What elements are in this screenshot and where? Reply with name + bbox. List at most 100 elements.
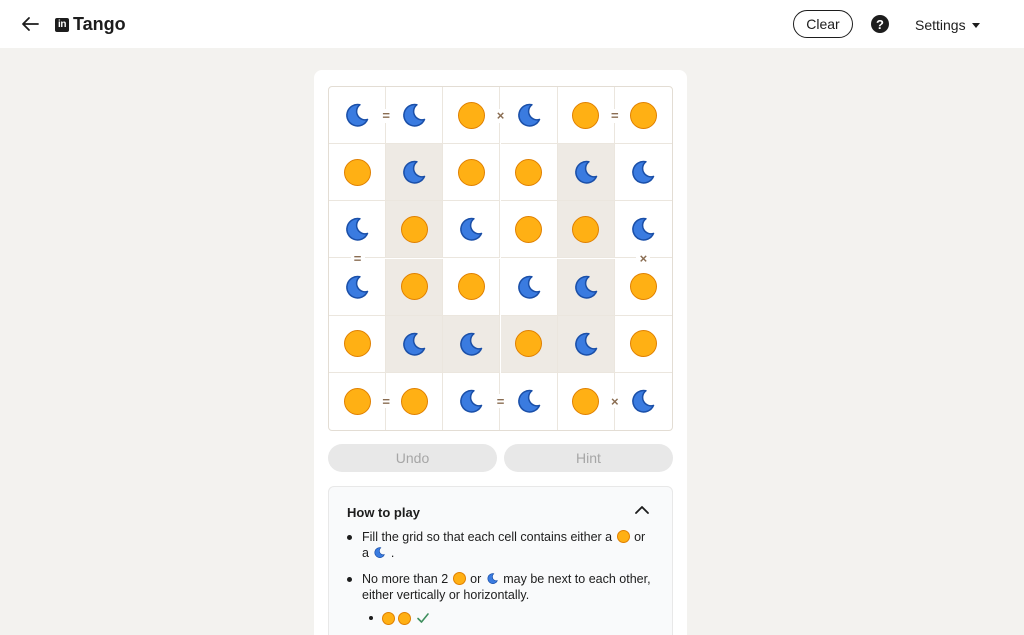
sun-icon (629, 101, 657, 129)
bullet (347, 577, 352, 582)
undo-button[interactable]: Undo (328, 444, 497, 472)
grid-cell-r3-c4[interactable] (557, 258, 615, 316)
grid-cell-r3-c0[interactable] (329, 258, 387, 316)
grid-cell-r5-c3[interactable] (501, 372, 558, 430)
grid-cell-r5-c2[interactable] (443, 372, 501, 430)
grid-cell-r2-c3[interactable] (500, 201, 558, 259)
sun-icon (515, 215, 543, 243)
sun-icon (457, 273, 485, 301)
grid-cell-r0-c4[interactable] (557, 87, 615, 145)
moon-icon (403, 103, 426, 127)
equal-sign-icon: = (607, 108, 622, 123)
rule-1-part3: a (362, 545, 369, 560)
sun-icon (629, 330, 657, 358)
grid-cell-r0-c3[interactable] (500, 87, 558, 145)
rule-1-part4: . (390, 545, 395, 560)
rule-2: No more than 2 or may be next to each ot… (347, 572, 667, 606)
grid-cell-r4-c3[interactable] (500, 315, 558, 373)
rule-2-part1: No more than 2 (362, 572, 449, 586)
grid-cell-r2-c0[interactable] (329, 201, 387, 259)
moon-icon (403, 332, 426, 356)
moon-icon (460, 218, 483, 242)
grid-cell-r2-c2[interactable] (443, 201, 501, 259)
how-to-play-title: How to play (347, 505, 420, 520)
sun-icon (515, 330, 543, 358)
moon-icon (574, 160, 597, 184)
chevron-up-icon[interactable] (634, 504, 650, 516)
moon-icon (517, 390, 540, 414)
moon-icon (346, 275, 369, 299)
moon-icon (632, 160, 655, 184)
app-title: Tango (73, 14, 126, 34)
grid-cell-r3-c2[interactable] (443, 258, 501, 316)
sun-icon (572, 101, 600, 129)
sun-icon (616, 530, 630, 543)
equal-sign-icon: = (350, 251, 365, 266)
bullet (347, 535, 352, 540)
linkedin-logo-icon: in (55, 17, 69, 32)
moon-icon (517, 275, 540, 299)
cross-sign-icon: × (636, 251, 651, 266)
grid-cell-r1-c0[interactable] (329, 144, 387, 202)
grid-cell-r5-c4[interactable] (558, 372, 615, 430)
sun-icon (382, 611, 395, 625)
grid-cell-r4-c5[interactable] (614, 316, 672, 373)
grid-cell-r4-c0[interactable] (329, 315, 387, 373)
settings-menu-button[interactable]: Settings (915, 17, 980, 33)
moon-icon (460, 332, 483, 356)
grid-cell-r4-c4[interactable] (557, 315, 615, 373)
moon-icon (374, 546, 386, 558)
equal-sign-icon: = (379, 394, 394, 409)
grid-cell-r0-c0[interactable] (329, 87, 387, 145)
tango-grid: = × = = × = = × (328, 86, 673, 431)
grid-cell-r5-c0[interactable] (329, 372, 387, 430)
grid-cell-r1-c4[interactable] (557, 144, 615, 202)
sun-icon (400, 273, 428, 301)
grid-cell-r2-c5[interactable] (614, 201, 672, 259)
sun-icon (343, 158, 371, 186)
equal-sign-icon: = (493, 394, 508, 409)
grid-cell-r4-c2[interactable] (443, 315, 501, 373)
cross-sign-icon: × (493, 108, 508, 123)
grid-cell-r1-c1[interactable] (386, 144, 444, 202)
grid-cell-r0-c2[interactable] (443, 87, 501, 145)
rule-2-part2: or (470, 572, 482, 586)
rule-2-example (369, 611, 430, 625)
settings-label: Settings (915, 17, 966, 33)
grid-cell-r0-c1[interactable] (386, 87, 444, 145)
moon-icon (487, 573, 498, 584)
cross-sign-icon: × (607, 394, 622, 409)
grid-cell-r1-c2[interactable] (443, 144, 501, 202)
grid-cell-r2-c4[interactable] (557, 201, 615, 259)
sun-icon (515, 158, 543, 186)
sun-icon (400, 387, 428, 415)
grid-cell-r1-c3[interactable] (500, 144, 558, 202)
brand: in Tango (55, 14, 126, 35)
grid-cell-r3-c3[interactable] (500, 258, 558, 316)
grid-cell-r3-c1[interactable] (386, 258, 444, 316)
grid-cell-r5-c5[interactable] (615, 373, 672, 430)
moon-icon (632, 390, 655, 414)
back-arrow-icon[interactable] (18, 12, 42, 36)
moon-icon (632, 218, 655, 242)
help-icon[interactable]: ? (871, 15, 889, 33)
grid-cell-r5-c1[interactable] (386, 372, 444, 430)
sun-icon (398, 611, 411, 625)
moon-icon (517, 103, 540, 127)
grid-cell-r2-c1[interactable] (386, 201, 444, 259)
how-to-play-panel: How to play Fill the grid so that each c… (328, 486, 673, 635)
equal-sign-icon: = (379, 108, 394, 123)
moon-icon (346, 218, 369, 242)
hint-button[interactable]: Hint (504, 444, 673, 472)
sun-icon (400, 215, 428, 243)
clear-button[interactable]: Clear (793, 10, 853, 38)
rule-1-part2: or (634, 530, 646, 544)
grid-cell-r3-c5[interactable] (614, 259, 672, 316)
grid-cell-r1-c5[interactable] (614, 144, 672, 202)
top-bar: in Tango Clear ? Settings (0, 0, 1024, 48)
rule-1: Fill the grid so that each cell contains… (347, 530, 667, 564)
grid-cell-r0-c5[interactable] (614, 87, 672, 145)
moon-icon (403, 160, 426, 184)
caret-down-icon (971, 23, 980, 28)
grid-cell-r4-c1[interactable] (386, 315, 444, 373)
